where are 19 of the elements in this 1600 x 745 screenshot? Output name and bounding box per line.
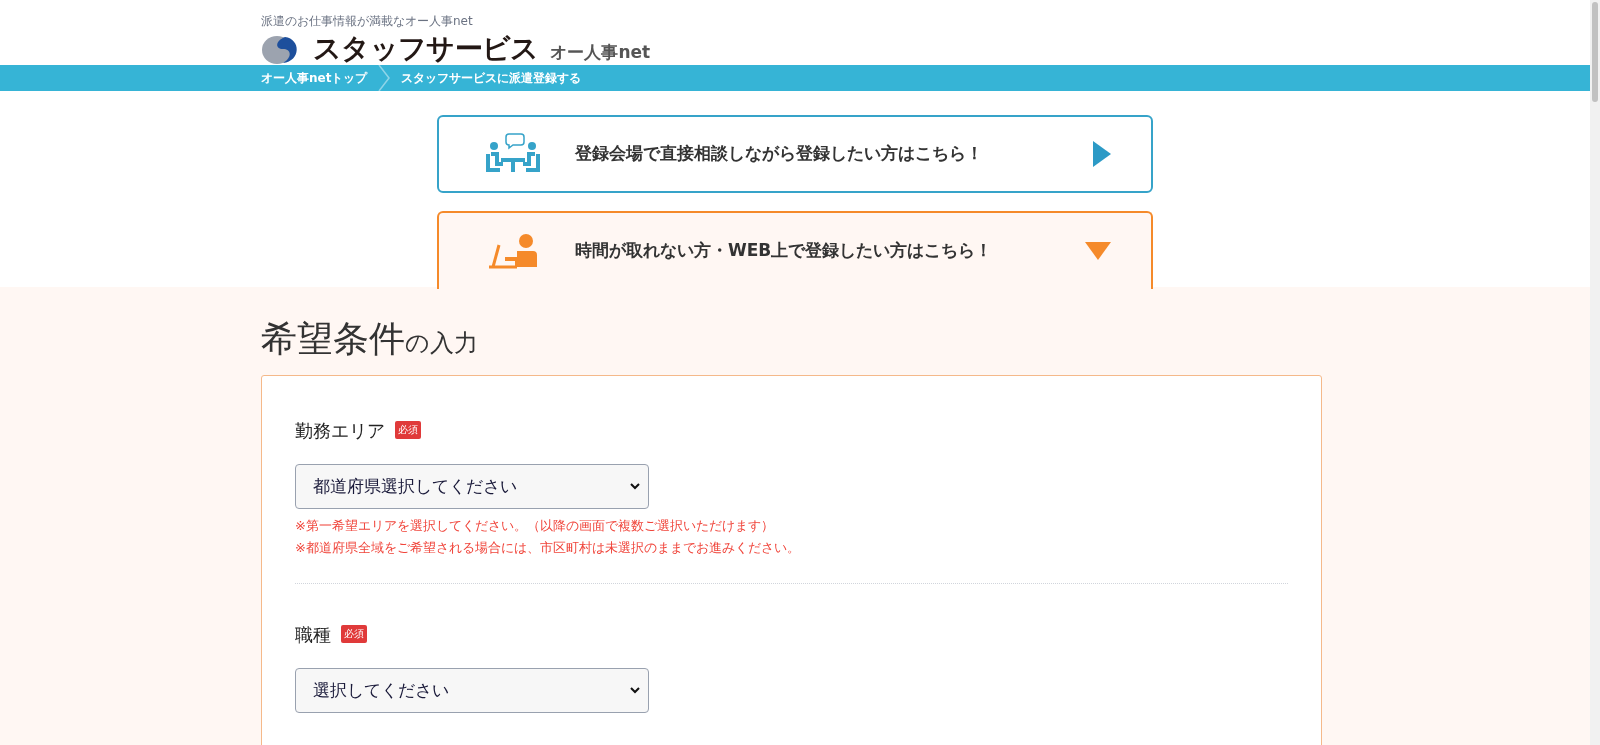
required-badge: 必須 bbox=[341, 625, 367, 643]
select-dropdown[interactable]: 都道府県選択してください bbox=[295, 464, 649, 509]
section-heading: 希望条件の入力 bbox=[261, 317, 479, 361]
chevron-down-icon bbox=[630, 687, 640, 694]
required-badge: 必須 bbox=[395, 421, 421, 439]
chevron-icon bbox=[377, 65, 392, 91]
note-text: ※第一希望エリアを選択してください。（以降の画面で複数ご選択いただけます） bbox=[295, 517, 775, 535]
field-label: 勤務エリア bbox=[295, 418, 385, 443]
note-text: ※都道府県全域をご希望される場合には、市区町村は未選択のままでお進みください。 bbox=[295, 539, 801, 557]
field-label: 職種 bbox=[295, 622, 331, 647]
select-dropdown[interactable]: 選択してください bbox=[295, 668, 649, 713]
chevron-down-icon bbox=[630, 483, 640, 490]
caret-right-icon bbox=[1093, 141, 1111, 167]
registration-option-button[interactable]: 時間が取れない方・WEB上で登録したい方はこちら！ bbox=[437, 211, 1153, 289]
registration-option-button[interactable]: 登録会場で直接相談しながら登録したい方はこちら！ bbox=[437, 115, 1153, 193]
caret-down-icon bbox=[1085, 242, 1111, 260]
logo-subtext: オー人事net bbox=[550, 41, 651, 64]
logo-text[interactable]: スタッフサービス bbox=[313, 33, 539, 65]
site-tagline: 派遣のお仕事情報が満載なオー人事net bbox=[261, 13, 474, 29]
